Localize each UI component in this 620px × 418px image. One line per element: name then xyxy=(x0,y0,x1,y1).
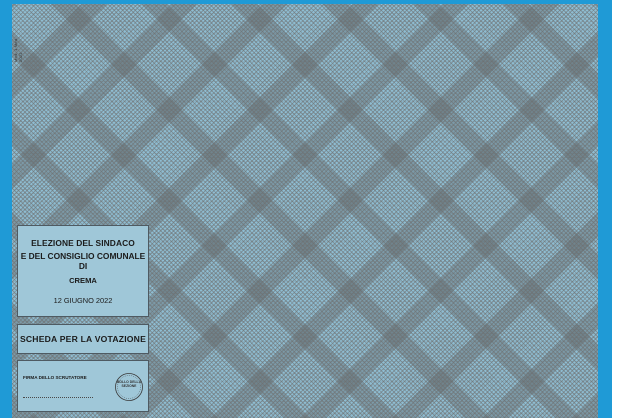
scheda-label: SCHEDA PER LA VOTAZIONE xyxy=(19,334,147,344)
page-edge xyxy=(612,0,620,418)
election-info-box: ELEZIONE DEL SINDACO E DEL CONSIGLIO COM… xyxy=(17,225,149,317)
signature-label: FIRMA DELLO SCRUTATORE xyxy=(23,375,87,380)
city-name: CREMA xyxy=(69,276,97,285)
signature-box: FIRMA DELLO SCRUTATORE BOLLO DELLA SEZIO… xyxy=(17,360,149,412)
ballot-paper xyxy=(12,4,598,418)
signature-line xyxy=(23,397,93,398)
election-title-line2: E DEL CONSIGLIO COMUNALE DI xyxy=(20,251,146,271)
election-date: 12 GIUGNO 2022 xyxy=(53,296,113,305)
section-stamp: BOLLO DELLA SEZIONE xyxy=(114,372,144,402)
side-code: Mod. 1 Mod. 2022 xyxy=(13,37,23,62)
stamp-text: BOLLO DELLA SEZIONE xyxy=(116,380,142,388)
election-title-line1: ELEZIONE DEL SINDACO xyxy=(31,238,135,248)
scheda-label-box: SCHEDA PER LA VOTAZIONE xyxy=(17,324,149,354)
